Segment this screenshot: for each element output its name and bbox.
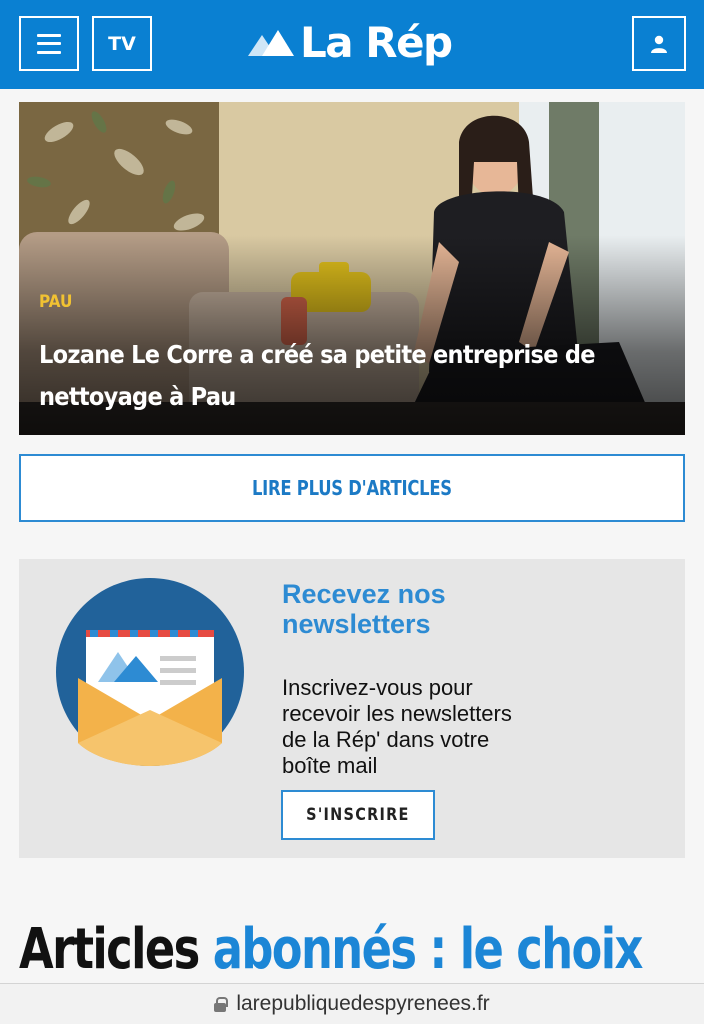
newsletter-promo: Recevez nos newsletters Inscrivez-vous p…: [19, 559, 685, 858]
user-icon: [651, 35, 667, 53]
tv-button[interactable]: TV: [92, 16, 152, 71]
lock-icon: [214, 996, 229, 1012]
newsletter-title-line: newsletters: [282, 609, 431, 639]
newsletter-text-line: Inscrivez-vous pour: [282, 675, 473, 700]
mountain-logo: [248, 30, 294, 56]
envelope-icon: [56, 578, 244, 766]
newsletter-text-line: boîte mail: [282, 753, 378, 778]
newsletter-text-line: de la Rép' dans votre: [282, 727, 490, 752]
logo-text: La Rép: [300, 18, 453, 67]
menu-button[interactable]: [19, 16, 79, 71]
tv-label: TV: [108, 32, 136, 55]
newsletter-title: Recevez nos newsletters: [282, 579, 446, 639]
site-logo[interactable]: La Rép: [248, 16, 453, 70]
section-heading-blue: abonnés : le choix: [212, 917, 644, 982]
hero-category[interactable]: PAU: [39, 292, 72, 312]
site-header: TV La Rép: [0, 0, 704, 89]
subscribe-button[interactable]: S'INSCRIRE: [281, 790, 435, 840]
hero-title[interactable]: Lozane Le Corre a créé sa petite entrepr…: [39, 334, 606, 418]
hamburger-icon: [37, 33, 61, 54]
section-heading-black: Articles: [19, 917, 200, 982]
account-button[interactable]: [632, 16, 686, 71]
read-more-label: LIRE PLUS D'ARTICLES: [252, 476, 452, 500]
section-heading: Articles abonnés : le choix: [19, 922, 643, 978]
hero-article[interactable]: PAU Lozane Le Corre a créé sa petite ent…: [19, 102, 685, 435]
newsletter-text-line: recevoir les newsletters: [282, 701, 512, 726]
address-bar[interactable]: larepubliquedespyrenees.fr: [0, 983, 704, 1024]
subscribe-label: S'INSCRIRE: [306, 805, 410, 825]
url-text[interactable]: larepubliquedespyrenees.fr: [236, 992, 489, 1016]
read-more-articles-button[interactable]: LIRE PLUS D'ARTICLES: [19, 454, 685, 522]
newsletter-title-line: Recevez nos: [282, 579, 446, 609]
newsletter-description: Inscrivez-vous pour recevoir les newslet…: [282, 675, 582, 779]
